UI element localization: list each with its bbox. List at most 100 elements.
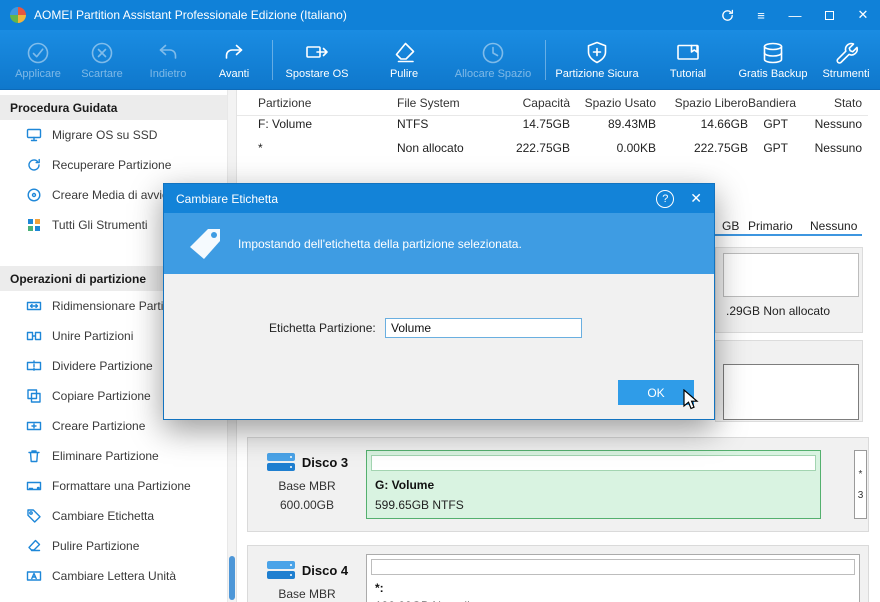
recover-partition-icon — [26, 157, 42, 173]
maximize-icon — [825, 11, 834, 20]
back-icon — [155, 40, 181, 66]
toolbar-divider — [545, 40, 546, 80]
sidebar-item-format-partition[interactable]: Formattare una Partizione — [0, 471, 236, 501]
format-partition-icon — [26, 478, 42, 494]
menu-button[interactable]: ≡ — [744, 0, 778, 30]
allocate-space-icon — [480, 40, 506, 66]
partial-row-status: Nessuno — [810, 219, 857, 233]
title-bar: AOMEI Partition Assistant Professionale … — [0, 0, 880, 30]
table-row[interactable]: F: Volume NTFS 14.75GB 89.43MB 14.66GB G… — [237, 112, 868, 136]
sidebar-item-recover-partition[interactable]: Recuperare Partizione — [0, 150, 236, 180]
disk-row-3[interactable]: Disco 3 Base MBR 600.00GB G: Volume 599.… — [247, 437, 869, 532]
sidebar-item-change-label[interactable]: Cambiare Etichetta — [0, 501, 236, 531]
dialog-help-button[interactable]: ? — [656, 190, 674, 208]
dialog-title: Cambiare Etichetta — [176, 192, 656, 206]
forward-button[interactable]: Avanti — [204, 32, 264, 88]
partition-usage-bar — [371, 559, 855, 575]
sidebar-section-wizards: Procedura Guidata — [0, 95, 236, 120]
dialog-close-button[interactable]: ✕ — [690, 190, 702, 207]
wipe-partition-icon — [26, 538, 42, 554]
move-os-icon — [304, 40, 330, 66]
column-header: Partizione — [237, 96, 397, 110]
dialog-body: Etichetta Partizione: OK — [164, 274, 714, 421]
apply-button: Applicare — [8, 32, 68, 88]
table-row[interactable]: * Non allocato 222.75GB 0.00KB 222.75GB … — [237, 136, 868, 160]
partition-block-unallocated-small[interactable]: * 3 — [854, 450, 867, 519]
selected-row-underline — [715, 234, 862, 236]
wipe-button[interactable]: Pulire — [375, 32, 433, 88]
refresh-button[interactable] — [710, 0, 744, 30]
partition-label-input[interactable] — [385, 318, 582, 338]
disk-type: Base MBR — [254, 479, 360, 493]
disk-type: Base MBR — [254, 587, 360, 601]
sidebar-scrollbar-thumb[interactable] — [229, 556, 235, 600]
refresh-icon — [720, 8, 735, 23]
partition-block-g-volume[interactable]: G: Volume 599.65GB NTFS — [366, 450, 821, 519]
sidebar-item-migrate-os[interactable]: Migrare OS su SSD — [0, 120, 236, 150]
disk-row-4[interactable]: Disco 4 Base MBR 190.00GB *: 190.00GB No… — [247, 545, 869, 602]
column-header: Stato — [788, 96, 862, 110]
menu-icon: ≡ — [757, 8, 765, 23]
all-tools-icon — [26, 217, 42, 233]
tools-button[interactable]: Strumenti — [816, 32, 876, 88]
dialog-banner: Impostando dell'etichetta della partizio… — [164, 213, 714, 274]
disk-drive-icon — [266, 558, 296, 582]
change-label-dialog: Cambiare Etichetta ? ✕ Impostando dell'e… — [163, 183, 715, 420]
maximize-button[interactable] — [812, 0, 846, 30]
disk-name: Disco 3 — [302, 455, 348, 470]
move-os-button[interactable]: Spostare OS — [282, 32, 352, 88]
disk-name: Disco 4 — [302, 563, 348, 578]
backup-database-icon — [760, 40, 786, 66]
aomei-logo-icon — [10, 7, 26, 23]
partial-disk-block: .29GB Non allocato — [715, 247, 863, 333]
dialog-title-bar: Cambiare Etichetta ? ✕ — [164, 184, 714, 213]
secure-partition-button[interactable]: Partizione Sicura — [553, 32, 641, 88]
boot-media-icon — [26, 187, 42, 203]
toolbar-divider — [272, 40, 273, 80]
delete-partition-icon — [26, 448, 42, 464]
shield-icon — [584, 40, 610, 66]
partial-partition-bar — [723, 253, 859, 297]
partial-partition-bar — [723, 364, 859, 420]
minimize-button[interactable]: — — [778, 0, 812, 30]
partial-disk-block — [715, 340, 863, 422]
discard-icon — [89, 40, 115, 66]
column-header: Spazio Usato — [570, 96, 656, 110]
partition-detail: 3 — [858, 490, 864, 501]
partial-unallocated-label: .29GB Non allocato — [726, 304, 830, 318]
partition-detail: 599.65GB NTFS — [375, 498, 464, 512]
partition-label-field-label: Etichetta Partizione: — [269, 321, 376, 335]
change-label-icon — [26, 508, 42, 524]
partition-label: G: Volume — [375, 478, 434, 492]
column-header: Spazio Libero — [656, 96, 748, 110]
column-header: Bandiera — [748, 96, 788, 110]
close-icon: ✕ — [690, 190, 702, 206]
minimize-icon: — — [789, 8, 802, 23]
toolbar: Applicare Scartare Indietro Avanti Spost… — [0, 30, 880, 90]
close-button[interactable]: ✕ — [846, 0, 880, 30]
change-drive-letter-icon — [26, 568, 42, 584]
sidebar-item-delete-partition[interactable]: Eliminare Partizione — [0, 441, 236, 471]
partition-block-unallocated[interactable]: *: 190.00GB Non allocato — [366, 554, 860, 602]
tutorial-icon — [675, 40, 701, 66]
disk-drive-icon — [266, 450, 296, 474]
partition-label: *: — [375, 581, 384, 595]
apply-icon — [25, 40, 51, 66]
window-controls: ≡ — ✕ — [710, 0, 880, 30]
merge-partitions-icon — [26, 328, 42, 344]
sidebar-item-wipe-partition[interactable]: Pulire Partizione — [0, 531, 236, 561]
discard-button: Scartare — [72, 32, 132, 88]
back-button: Indietro — [138, 32, 198, 88]
wrench-icon — [833, 40, 859, 66]
column-header: Capacità — [504, 96, 570, 110]
tutorial-button[interactable]: Tutorial — [658, 32, 718, 88]
disk-info: Disco 4 Base MBR 190.00GB — [254, 554, 360, 602]
allocate-space-button: Allocare Spazio — [450, 32, 536, 88]
free-backup-button[interactable]: Gratis Backup — [736, 32, 810, 88]
sidebar-item-change-drive-letter[interactable]: Cambiare Lettera Unità — [0, 561, 236, 591]
disk-size: 600.00GB — [254, 498, 360, 512]
partial-row-capacity: GB — [722, 219, 739, 233]
app-window: AOMEI Partition Assistant Professionale … — [0, 0, 880, 602]
split-partition-icon — [26, 358, 42, 374]
mouse-cursor — [683, 389, 701, 416]
